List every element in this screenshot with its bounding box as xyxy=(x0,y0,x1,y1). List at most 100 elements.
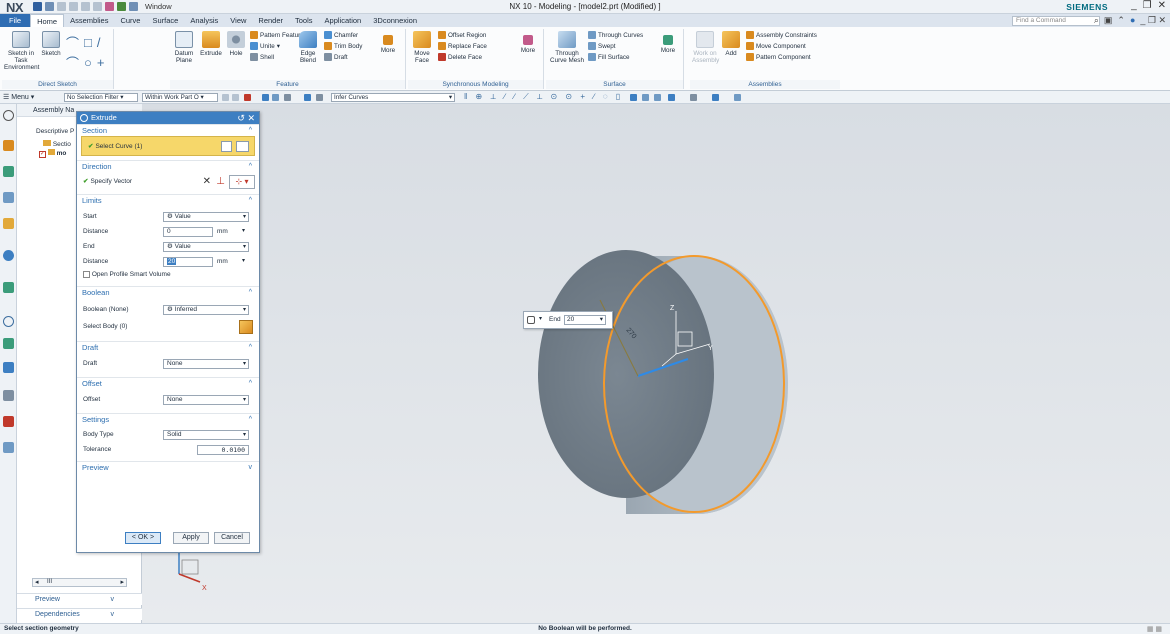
tab-3dconnexion[interactable]: 3Dconnexion xyxy=(367,14,423,27)
add-component-button[interactable]: Add xyxy=(722,31,740,57)
web-browser-icon[interactable] xyxy=(3,282,14,293)
chevron-down-icon[interactable]: ▾ xyxy=(242,224,245,239)
snap-icon[interactable] xyxy=(222,94,229,101)
render-style-icon[interactable] xyxy=(668,94,675,101)
offset-group-header[interactable]: Offset ^ xyxy=(77,377,259,389)
surface-more-button[interactable]: More xyxy=(656,31,680,54)
preview-panel-header[interactable]: Preview v xyxy=(17,593,142,605)
move-component-button[interactable]: Move Component xyxy=(746,42,806,50)
trim-body-button[interactable]: Trim Body xyxy=(324,42,362,50)
layer-icon[interactable] xyxy=(712,94,719,101)
tab-view[interactable]: View xyxy=(224,14,252,27)
reverse-direction-icon[interactable]: ✕ xyxy=(203,176,211,188)
lasso-icon[interactable] xyxy=(284,94,291,101)
draft-select[interactable]: None ▾ xyxy=(163,359,249,369)
edge-blend-button[interactable]: Edge Blend xyxy=(296,31,320,64)
boolean-group-header[interactable]: Boolean ^ xyxy=(77,286,259,298)
color-icon[interactable] xyxy=(690,94,697,101)
settings-icon[interactable] xyxy=(3,110,14,121)
start-limit-select[interactable]: ⚙ Value ▾ xyxy=(163,212,249,222)
preview-group-header[interactable]: Preview v xyxy=(77,461,259,473)
collapse-ribbon-icon[interactable]: ⌃ xyxy=(1117,15,1125,26)
tab-application[interactable]: Application xyxy=(319,14,368,27)
datum-plane-button[interactable]: Datum Plane xyxy=(172,31,196,64)
fill-surface-button[interactable]: Fill Surface xyxy=(588,53,630,61)
cylinder-front-face[interactable] xyxy=(538,250,714,498)
roles-icon[interactable] xyxy=(3,416,14,427)
tab-file[interactable]: File xyxy=(0,14,31,27)
chamfer-button[interactable]: Chamfer xyxy=(324,31,358,39)
curve-rule-select[interactable]: Infer Curves ▾ xyxy=(331,93,455,102)
body-select-icon[interactable] xyxy=(239,320,253,334)
direction-group-header[interactable]: Direction ^ xyxy=(77,160,259,172)
start-distance-input[interactable]: 0 xyxy=(163,227,213,237)
point-icon[interactable]: + xyxy=(97,55,108,70)
constraint-navigator-icon[interactable] xyxy=(3,166,14,177)
extrude-button[interactable]: Extrude xyxy=(198,31,224,57)
close-icon[interactable]: ✕ xyxy=(247,113,255,123)
restore-icon[interactable]: ❐ xyxy=(1143,0,1152,11)
tab-surface[interactable]: Surface xyxy=(146,14,184,27)
select-curve-row[interactable]: ✔ Select Curve (1) xyxy=(81,136,255,156)
manufacturing-wizards-icon[interactable] xyxy=(3,390,14,401)
curve-select-icon[interactable] xyxy=(236,141,249,152)
dialog-title-bar[interactable]: Extrude ↺ ✕ xyxy=(77,112,259,124)
graphics-window[interactable]: Z Y 270 X xyxy=(142,104,1170,623)
move-face-button[interactable]: Move Face xyxy=(410,31,434,64)
draft-group-header[interactable]: Draft ^ xyxy=(77,341,259,353)
work-on-assembly-button[interactable]: Work on Assembly xyxy=(692,31,719,64)
end-distance-input[interactable]: 20 xyxy=(163,257,213,267)
sketch-task-env-button[interactable]: Sketch in Task Environment xyxy=(4,31,39,71)
help-icon[interactable]: ● xyxy=(1130,15,1135,26)
checkbox-checked-icon[interactable]: ✓ xyxy=(39,151,46,158)
boolean-select[interactable]: ⚙ Inferred ▾ xyxy=(163,305,249,315)
offset-select[interactable]: None ▾ xyxy=(163,395,249,405)
sketch-curve-tools[interactable]: ⌒ □ / xyxy=(66,33,104,52)
tab-assemblies[interactable]: Assemblies xyxy=(64,14,114,27)
part-navigator-icon[interactable] xyxy=(3,192,14,203)
box-select-icon[interactable] xyxy=(272,94,279,101)
navigator-row-section[interactable]: Sectio xyxy=(43,140,71,148)
circle-icon[interactable]: ○ xyxy=(84,55,95,70)
body-type-select[interactable]: Solid ▾ xyxy=(163,430,249,440)
fit-icon[interactable] xyxy=(642,94,649,101)
limits-group-header[interactable]: Limits ^ xyxy=(77,194,259,206)
reuse-library-icon[interactable] xyxy=(3,218,14,229)
replace-face-button[interactable]: Replace Face xyxy=(438,42,487,50)
line-icon[interactable]: / xyxy=(97,35,104,50)
tolerance-input[interactable]: 0.0100 xyxy=(197,445,249,455)
specify-vector-row[interactable]: ✔ Specify Vector ✕ ⊥ ⊹ ▾ xyxy=(77,172,259,192)
end-limit-select[interactable]: ⚙ Value ▾ xyxy=(163,242,249,252)
snap-point-toolbar[interactable]: ‖ ⊕ ⟂ ∕ ∕ ⟋ ⟂ ⊙ ⊙ + ∕ ◌ ▯ xyxy=(464,92,623,102)
pattern-component-button[interactable]: Pattern Component xyxy=(746,53,811,61)
filter-icon[interactable] xyxy=(232,94,239,101)
system-materials-icon[interactable] xyxy=(3,338,14,349)
scroll-left-icon[interactable]: ◂ xyxy=(35,578,39,586)
hole-button[interactable]: Hole xyxy=(226,31,246,57)
feature-more-button[interactable]: More xyxy=(376,31,400,54)
cancel-button[interactable]: Cancel xyxy=(214,532,250,544)
selection-filter-select[interactable]: No Selection Filter ▾ xyxy=(64,93,138,102)
navigator-row-model[interactable]: ✓ mo xyxy=(39,149,66,158)
search-icon[interactable]: ⌕ xyxy=(1094,15,1099,26)
deselect-icon[interactable] xyxy=(262,94,269,101)
select-all-icon[interactable] xyxy=(244,94,251,101)
sketch-section-icon[interactable] xyxy=(221,141,232,152)
sketch-button[interactable]: Sketch xyxy=(40,31,62,57)
chevron-down-icon[interactable]: ▾ xyxy=(242,254,245,269)
draft-button[interactable]: Draft xyxy=(324,53,348,61)
dependencies-panel-header[interactable]: Dependencies v xyxy=(17,608,142,620)
end-distance-field[interactable]: 20 ▾ xyxy=(564,315,606,325)
sync-more-button[interactable]: More xyxy=(516,31,540,54)
tab-analysis[interactable]: Analysis xyxy=(184,14,224,27)
section-group-header[interactable]: Section ^ xyxy=(77,124,259,136)
offset-region-button[interactable]: Offset Region xyxy=(438,31,486,39)
settings-group-header[interactable]: Settings ^ xyxy=(77,413,259,425)
view-orient-icon[interactable] xyxy=(630,94,637,101)
sketch-curve-tools-2[interactable]: ⌒ ○ + xyxy=(66,53,107,72)
profile-icon[interactable]: ⌒ xyxy=(66,33,82,52)
close-icon[interactable]: ✕ xyxy=(1158,0,1166,11)
ok-button[interactable]: < OK > xyxy=(125,532,161,544)
through-curve-mesh-button[interactable]: Through Curve Mesh xyxy=(550,31,584,64)
menu-button[interactable]: ☰ Menu ▾ xyxy=(3,93,34,101)
